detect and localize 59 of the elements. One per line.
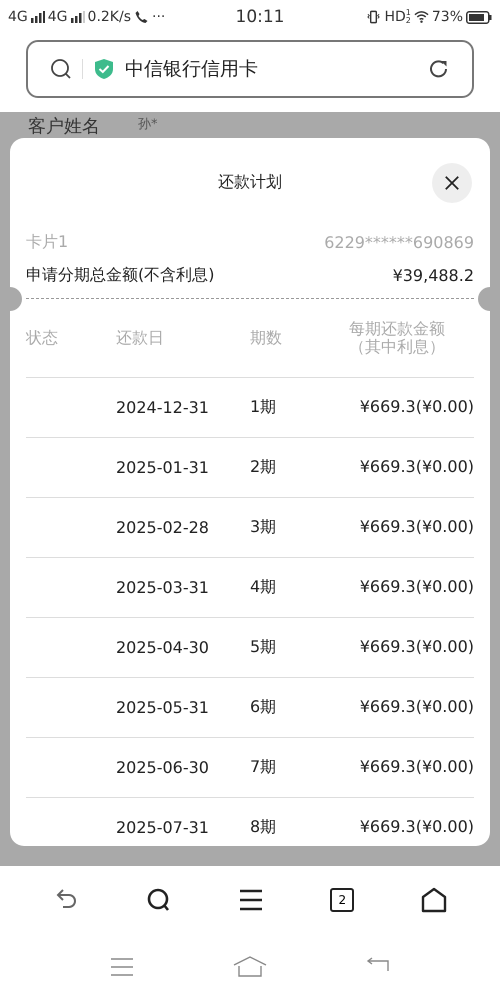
installment-number: 3期	[250, 517, 278, 538]
address-bar[interactable]: 中信银行信用卡	[26, 40, 474, 98]
home-icon[interactable]	[420, 887, 447, 913]
due-date: 2025-07-31	[116, 818, 210, 837]
installment-number: 8期	[250, 817, 278, 838]
shield-icon	[93, 58, 115, 80]
installment-number: 6期	[250, 697, 278, 718]
card-label: 卡片1	[26, 232, 68, 253]
close-icon	[444, 175, 460, 191]
battery-icon	[466, 10, 492, 24]
field-value: 孙*	[138, 118, 158, 131]
network-type: 4G	[8, 9, 28, 25]
field-label: 客户姓名	[28, 118, 100, 136]
column-header: 状态	[26, 328, 59, 348]
installment-number: 1期	[250, 397, 278, 418]
site-title: 中信银行信用卡	[125, 57, 259, 82]
installment-amount: ¥669.3(¥0.00)	[358, 758, 474, 777]
due-date: 2025-03-31	[116, 578, 210, 597]
network-type: 4G	[48, 9, 68, 25]
signal-icon	[30, 11, 45, 23]
column-header: 还款日	[116, 328, 165, 348]
installment-number: 4期	[250, 577, 278, 598]
wifi-icon	[414, 10, 429, 24]
card-number: 6229******690869	[324, 233, 474, 252]
sheet-title: 还款计划	[218, 172, 282, 192]
column-note: （其中利息）	[349, 338, 445, 356]
installment-number: 5期	[250, 637, 278, 658]
column-header: 期数	[250, 328, 283, 348]
installment-amount: ¥669.3(¥0.00)	[358, 398, 474, 417]
total-label: 申请分期总金额(不含利息)	[26, 265, 214, 286]
network-speed: 0.2K/s	[88, 9, 131, 25]
due-date: 2025-04-30	[116, 638, 210, 657]
menu-icon[interactable]	[238, 887, 264, 913]
total-amount: ¥39,488.2	[392, 266, 474, 285]
due-date: 2025-01-31	[116, 458, 210, 477]
installment-amount: ¥669.3(¥0.00)	[358, 578, 474, 597]
phone-icon	[134, 10, 149, 24]
signal-icon	[70, 11, 85, 23]
due-date: 2024-12-31	[116, 398, 210, 417]
installment-amount: ¥669.3(¥0.00)	[358, 818, 474, 837]
reload-icon[interactable]	[428, 58, 450, 80]
installment-amount: ¥669.3(¥0.00)	[358, 458, 474, 477]
search-icon	[50, 58, 72, 80]
due-date: 2025-05-31	[116, 698, 210, 717]
more-indicator: ···	[152, 9, 166, 25]
installment-amount: ¥669.3(¥0.00)	[358, 638, 474, 657]
clock: 10:11	[236, 7, 284, 27]
tabs-button[interactable]: 2	[330, 888, 354, 912]
column-header: 每期还款金额	[349, 320, 445, 338]
installment-number: 7期	[250, 757, 278, 778]
installment-amount: ¥669.3(¥0.00)	[358, 518, 474, 537]
vibrate-icon	[366, 10, 382, 24]
due-date: 2025-06-30	[116, 758, 210, 777]
installment-amount: ¥669.3(¥0.00)	[358, 698, 474, 717]
due-date: 2025-02-28	[116, 518, 210, 537]
battery-percent: 73%	[432, 9, 463, 25]
installment-number: 2期	[250, 457, 278, 478]
close-button[interactable]	[432, 163, 472, 203]
search-icon[interactable]	[146, 887, 172, 913]
